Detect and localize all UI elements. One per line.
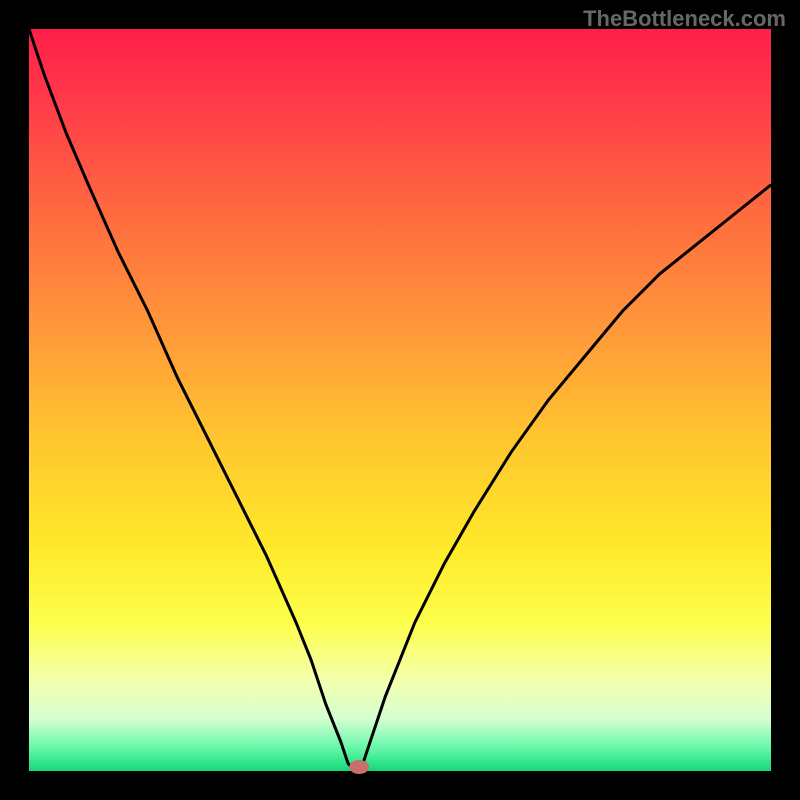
bottleneck-chart — [0, 0, 800, 800]
watermark-text: TheBottleneck.com — [583, 6, 786, 32]
minimum-marker — [349, 760, 369, 774]
chart-container: TheBottleneck.com — [0, 0, 800, 800]
